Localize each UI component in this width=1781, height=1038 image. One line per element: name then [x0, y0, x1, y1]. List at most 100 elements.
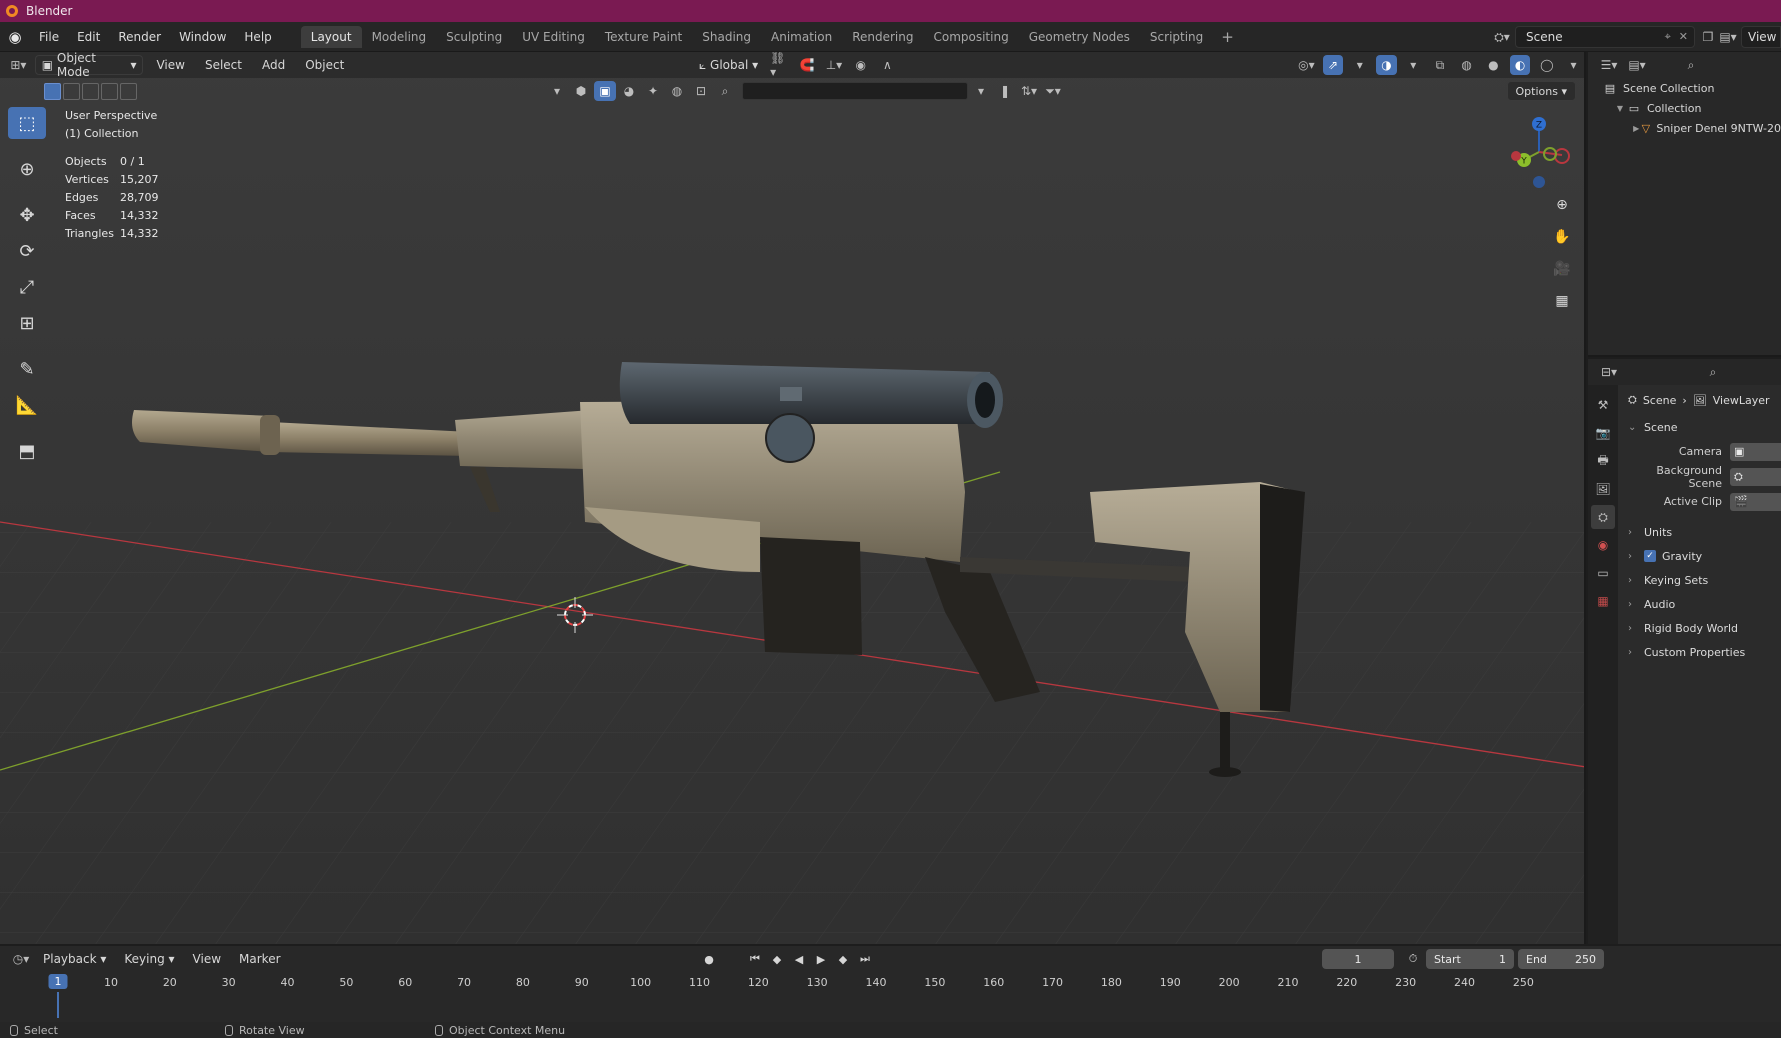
jump-start-icon[interactable]: ⏮	[746, 949, 764, 969]
tab-geometry-nodes[interactable]: Geometry Nodes	[1019, 26, 1140, 48]
background-scene-field[interactable]: ⛭	[1730, 467, 1781, 486]
transform-orientation-dropdown[interactable]: ⟀ Global ▾	[693, 55, 764, 75]
funnel-icon[interactable]: ⏷▾	[1042, 81, 1064, 101]
menu-edit[interactable]: Edit	[68, 22, 109, 52]
jump-end-icon[interactable]: ⏭	[856, 949, 874, 969]
add-workspace-icon[interactable]: +	[1213, 28, 1242, 46]
scale-tool-icon[interactable]: ⤢	[8, 271, 46, 303]
scene-browse-icon[interactable]: ⛭▾	[1489, 26, 1515, 48]
select-extend-icon[interactable]	[63, 82, 80, 100]
camera-field[interactable]: ▣	[1730, 442, 1781, 461]
sort-icon[interactable]: ⇅▾	[1018, 81, 1040, 101]
close-icon[interactable]: ✕	[1679, 30, 1688, 44]
viewport-search-input[interactable]	[742, 82, 968, 100]
menu-object[interactable]: Object	[298, 58, 351, 72]
solid-shading-icon[interactable]: ●	[1483, 55, 1504, 75]
menu-select[interactable]: Select	[198, 58, 249, 72]
tab-texture-paint[interactable]: Texture Paint	[595, 26, 692, 48]
tab-rendering[interactable]: Rendering	[842, 26, 923, 48]
tab-compositing[interactable]: Compositing	[923, 26, 1018, 48]
current-frame-field[interactable]: 1	[1322, 949, 1394, 969]
tab-animation[interactable]: Animation	[761, 26, 842, 48]
snap-icon[interactable]: 🧲	[797, 55, 818, 75]
select-subtract-icon[interactable]	[82, 82, 99, 100]
search-icon[interactable]: ⌕	[714, 81, 736, 101]
ortho-grid-icon[interactable]: ▦	[1549, 288, 1575, 314]
outliner-row-collection[interactable]: ▼ ▭ Collection	[1588, 98, 1781, 118]
prev-keyframe-icon[interactable]: ◆	[768, 949, 786, 969]
tool-tab-icon[interactable]: ⚒	[1591, 393, 1615, 417]
menu-marker[interactable]: Marker	[232, 952, 287, 966]
zoom-icon[interactable]: ⊕	[1549, 192, 1575, 218]
menu-timeline-view[interactable]: View	[186, 952, 228, 966]
select-box-icon[interactable]: ▣	[594, 81, 616, 101]
gizmo-dropdown-icon[interactable]: ▾	[1349, 55, 1370, 75]
panel-audio[interactable]: › Audio	[1620, 592, 1781, 616]
cursor-tool-icon[interactable]: ⊕	[8, 153, 46, 185]
play-reverse-icon[interactable]: ◀	[790, 949, 808, 969]
gizmo-neg-x-axis[interactable]	[1511, 151, 1521, 161]
pin-icon[interactable]: ⌖	[1665, 30, 1671, 44]
menu-add[interactable]: Add	[255, 58, 292, 72]
sphere-icon[interactable]: ◕	[618, 81, 640, 101]
use-preview-range-icon[interactable]: ⏱	[1404, 949, 1422, 969]
scene-tab-icon[interactable]: ⛭	[1591, 505, 1615, 529]
editor-type-icon[interactable]: ⊞▾	[8, 55, 29, 75]
tab-sculpting[interactable]: Sculpting	[436, 26, 512, 48]
overlay-toggle-icon[interactable]: ◑	[1376, 55, 1397, 75]
3d-viewport[interactable]: ⊞▾ ▣ Object Mode ▾ View Select Add Objec…	[0, 52, 1586, 944]
outliner-editor-type-icon[interactable]: ☰▾	[1598, 55, 1620, 75]
outliner-row-scene-collection[interactable]: ▤ Scene Collection	[1588, 78, 1781, 98]
move-tool-icon[interactable]: ✥	[8, 199, 46, 231]
end-frame-field[interactable]: End 250	[1518, 949, 1604, 969]
material-shading-icon[interactable]: ◐	[1509, 55, 1531, 75]
pivot-point-icon[interactable]: ⛓▾	[770, 52, 791, 79]
pan-hand-icon[interactable]: ✋	[1549, 224, 1575, 250]
select-box-tool-icon[interactable]: ⬚	[8, 107, 46, 139]
menu-render[interactable]: Render	[109, 22, 170, 52]
menu-help[interactable]: Help	[235, 22, 280, 52]
object-mode-dropdown[interactable]: ▣ Object Mode ▾	[34, 52, 144, 79]
gizmo-neg-z-axis[interactable]	[1533, 176, 1545, 188]
panel-units[interactable]: › Units	[1620, 520, 1781, 544]
record-icon[interactable]: ●	[700, 949, 718, 969]
menu-file[interactable]: File	[30, 22, 68, 52]
xray-icon[interactable]: ⧉	[1430, 55, 1451, 75]
options-dropdown[interactable]: Options ▾	[1506, 81, 1576, 101]
active-clip-field[interactable]: 🎬	[1730, 492, 1781, 511]
tab-scripting[interactable]: Scripting	[1140, 26, 1213, 48]
collection-tab-icon[interactable]: ▭	[1591, 561, 1615, 585]
visibility-icon[interactable]: ◎▾	[1296, 55, 1317, 75]
proportional-edit-icon[interactable]: ◉	[850, 55, 871, 75]
lock-icon[interactable]: ⊡	[690, 81, 712, 101]
next-keyframe-icon[interactable]: ◆	[834, 949, 852, 969]
view-layer-browse-icon[interactable]: ▤▾	[1715, 26, 1741, 48]
blender-logo-icon[interactable]: ◉	[0, 22, 30, 52]
select-invert-icon[interactable]	[101, 82, 118, 100]
transform-tool-icon[interactable]: ⊞	[8, 307, 46, 339]
add-cube-tool-icon[interactable]: ⬒	[8, 435, 46, 467]
tab-modeling[interactable]: Modeling	[362, 26, 437, 48]
annotate-tool-icon[interactable]: ✎	[8, 353, 46, 385]
play-icon[interactable]: ▶	[812, 949, 830, 969]
panel-scene-header[interactable]: ⌄ Scene	[1620, 415, 1781, 439]
playhead[interactable]	[57, 992, 59, 1018]
render-tab-icon[interactable]: 📷	[1591, 421, 1615, 445]
start-frame-field[interactable]: Start 1	[1426, 949, 1514, 969]
tab-uv-editing[interactable]: UV Editing	[512, 26, 595, 48]
menu-view[interactable]: View	[149, 58, 191, 72]
color-filter-icon[interactable]: ⬢	[570, 81, 592, 101]
timeline-ruler[interactable]: 1 10 20 30 40 50 60 70 80 90 100 110 120 130 140 150 16…	[10, 974, 1580, 1020]
filter-dropdown-icon[interactable]: ▾	[546, 81, 568, 101]
outliner-row-sniper-object[interactable]: ▶ ▽ Sniper Denel 9NTW-20	[1588, 118, 1781, 138]
outliner-search-icon[interactable]: ⌕	[1680, 55, 1702, 75]
output-tab-icon[interactable]: 🖶	[1591, 449, 1615, 473]
snap-target-icon[interactable]: ⊥▾	[824, 55, 845, 75]
current-frame-indicator[interactable]: 1	[48, 974, 68, 989]
properties-search-icon[interactable]: ⌕	[1702, 362, 1724, 382]
panel-gravity[interactable]: › ✓ Gravity	[1620, 544, 1781, 568]
gizmo-x-axis[interactable]	[1554, 148, 1570, 164]
menu-window[interactable]: Window	[170, 22, 235, 52]
panel-keying-sets[interactable]: › Keying Sets	[1620, 568, 1781, 592]
shading-dropdown-icon[interactable]: ▾	[1563, 55, 1584, 75]
